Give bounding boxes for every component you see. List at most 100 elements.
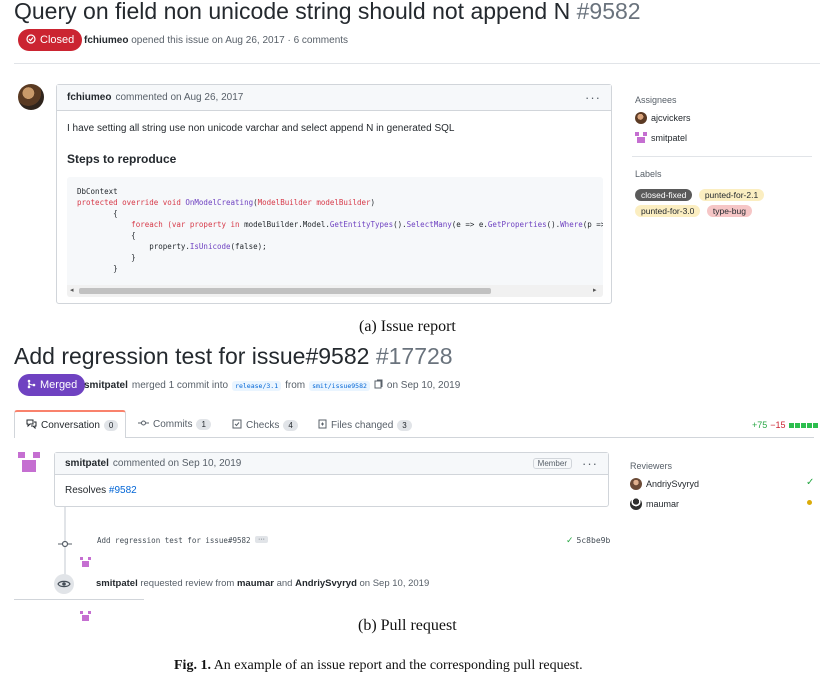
assignee-item[interactable]: smitpatel [635, 132, 687, 144]
issue-meta-text: opened this issue on Aug 26, 2017 · 6 co… [131, 35, 349, 46]
reviewer-item[interactable]: AndriySvyryd [630, 478, 699, 490]
pr-comment-body: Resolves #9582 [65, 485, 137, 496]
diffstat-blocks [788, 422, 818, 428]
copy-icon[interactable] [374, 379, 383, 392]
comment-discussion-icon [26, 419, 37, 432]
scrollbar-thumb[interactable] [79, 288, 491, 294]
label-punted-for-2-1[interactable]: punted-for-2.1 [698, 189, 765, 201]
pr-title-text: Add regression test for issue#9582 [14, 343, 370, 369]
member-badge: Member [532, 458, 572, 469]
tab-commits[interactable]: Commits 1 [138, 419, 211, 430]
comment-author-link[interactable]: smitpatel [65, 458, 109, 469]
eye-icon [54, 574, 74, 594]
tab-label: Conversation [41, 420, 100, 431]
comment-body-text: I have setting all string use non unicod… [67, 123, 455, 134]
issue-author-link[interactable]: fchiumeo [84, 35, 128, 46]
smitpatel-identicon[interactable] [80, 557, 91, 568]
issue-header-divider [14, 63, 820, 64]
event-date[interactable]: on Sep 10, 2019 [360, 578, 430, 589]
issue-meta: fchiumeo opened this issue on Aug 26, 20… [84, 35, 348, 46]
comment-menu-button[interactable]: ··· [585, 90, 601, 105]
reviewer-name[interactable]: AndriySvyryd [646, 479, 699, 489]
pr-state-label: Merged [40, 379, 78, 391]
event-text: and [276, 578, 293, 589]
timeline-end-divider [14, 599, 144, 600]
event-author-link[interactable]: smitpatel [96, 578, 138, 589]
pr-merged-text: merged 1 commit into [131, 380, 229, 391]
issue-comment: fchiumeo commented on Aug 26, 2017 ··· I… [56, 84, 612, 304]
event-user-link[interactable]: maumar [237, 578, 274, 589]
pr-author-link[interactable]: smitpatel [84, 380, 128, 391]
andriysvyryd-avatar [630, 478, 642, 490]
labels-title[interactable]: Labels [635, 169, 662, 179]
scroll-left-arrow-icon[interactable]: ◂ [70, 286, 74, 294]
commit-sha[interactable]: 5c8be9b [577, 536, 611, 545]
issue-number[interactable]: #9582 [577, 0, 641, 24]
diffstat: +75 −15 [752, 420, 818, 430]
base-branch[interactable]: release/3.1 [232, 380, 282, 391]
assignee-name[interactable]: ajcvickers [651, 113, 691, 123]
diffstat-additions: +75 [752, 420, 768, 430]
pr-comment: smitpatel commented on Sep 10, 2019 Memb… [54, 452, 609, 507]
tab-label: Checks [246, 420, 280, 431]
smitpatel-identicon [635, 132, 647, 144]
tab-count: 4 [283, 420, 298, 431]
comment-menu-button[interactable]: ··· [582, 456, 598, 471]
pr-meta: smitpatel merged 1 commit into release/3… [84, 379, 460, 392]
reviewer-name[interactable]: maumar [646, 499, 679, 509]
review-request-event: smitpatel requested review from maumar a… [96, 578, 429, 589]
pending-dot-icon [807, 500, 812, 505]
head-branch[interactable]: smit/issue9582 [309, 380, 370, 391]
pr-number[interactable]: #17728 [376, 343, 453, 369]
pr-title: Add regression test for issue#9582 #1772… [14, 343, 453, 370]
reviewers-title[interactable]: Reviewers [630, 461, 672, 471]
scroll-right-arrow-icon[interactable]: ▸ [593, 286, 597, 294]
issue-link[interactable]: #9582 [109, 485, 137, 496]
closed-icon [26, 33, 36, 47]
label-punted-for-3-0[interactable]: punted-for-3.0 [635, 205, 701, 217]
comment-timestamp[interactable]: commented on Aug 26, 2017 [115, 92, 243, 103]
code-scrollbar[interactable]: ◂ ▸ [67, 285, 603, 297]
issue-comment-header: fchiumeo commented on Aug 26, 2017 ··· [57, 85, 611, 111]
commit-icon [58, 536, 72, 554]
comment-timestamp[interactable]: commented on Sep 10, 2019 [113, 458, 241, 469]
comment-author-link[interactable]: fchiumeo [67, 92, 111, 103]
assignee-item[interactable]: ajcvickers [635, 112, 691, 124]
code-block: DbContext protected override void OnMode… [67, 177, 603, 297]
figure-text: An example of an issue report and the co… [213, 658, 583, 673]
commit-expand-button[interactable]: ··· [255, 536, 268, 543]
tab-checks[interactable]: Checks 4 [232, 419, 298, 432]
steps-heading: Steps to reproduce [67, 152, 177, 166]
caption-b: (b) Pull request [358, 617, 457, 634]
label-list: punted-for-3.0 type-bug [635, 201, 752, 219]
file-diff-icon [318, 419, 327, 432]
tab-conversation[interactable]: Conversation 0 [26, 419, 119, 432]
commit-message[interactable]: Add regression test for issue#9582 [97, 536, 251, 545]
event-user-link[interactable]: AndriySvyryd [295, 578, 357, 589]
assignee-name[interactable]: smitpatel [651, 133, 687, 143]
reviewer-item[interactable]: maumar [630, 498, 679, 510]
tab-count: 3 [397, 420, 412, 431]
code-content: DbContext protected override void OnMode… [77, 187, 603, 273]
check-icon[interactable]: ✓ [566, 535, 574, 546]
label-closed-fixed[interactable]: closed-fixed [635, 189, 693, 201]
tab-files-changed[interactable]: Files changed 3 [318, 419, 412, 432]
label-type-bug[interactable]: type-bug [706, 205, 752, 217]
merge-icon [26, 379, 36, 392]
issue-state-label: Closed [40, 34, 75, 46]
assignees-title[interactable]: Assignees [635, 95, 677, 105]
commit-icon [138, 419, 149, 430]
smitpatel-identicon[interactable] [80, 611, 91, 622]
diffstat-deletions: −15 [770, 420, 786, 430]
pr-date: on Sep 10, 2019 [386, 380, 461, 391]
tabs-divider [126, 437, 814, 438]
commit-status: ✓ 5c8be9b [566, 535, 610, 546]
approved-check-icon: ✓ [806, 477, 815, 488]
tab-label: Files changed [331, 420, 394, 431]
sidebar-divider [632, 156, 812, 157]
smitpatel-identicon[interactable] [18, 452, 40, 474]
fchiumeo-avatar[interactable] [18, 84, 44, 110]
tab-label: Commits [153, 419, 193, 430]
pr-comment-header: smitpatel commented on Sep 10, 2019 Memb… [55, 453, 608, 475]
issue-title: Query on field non unicode string should… [14, 0, 641, 25]
